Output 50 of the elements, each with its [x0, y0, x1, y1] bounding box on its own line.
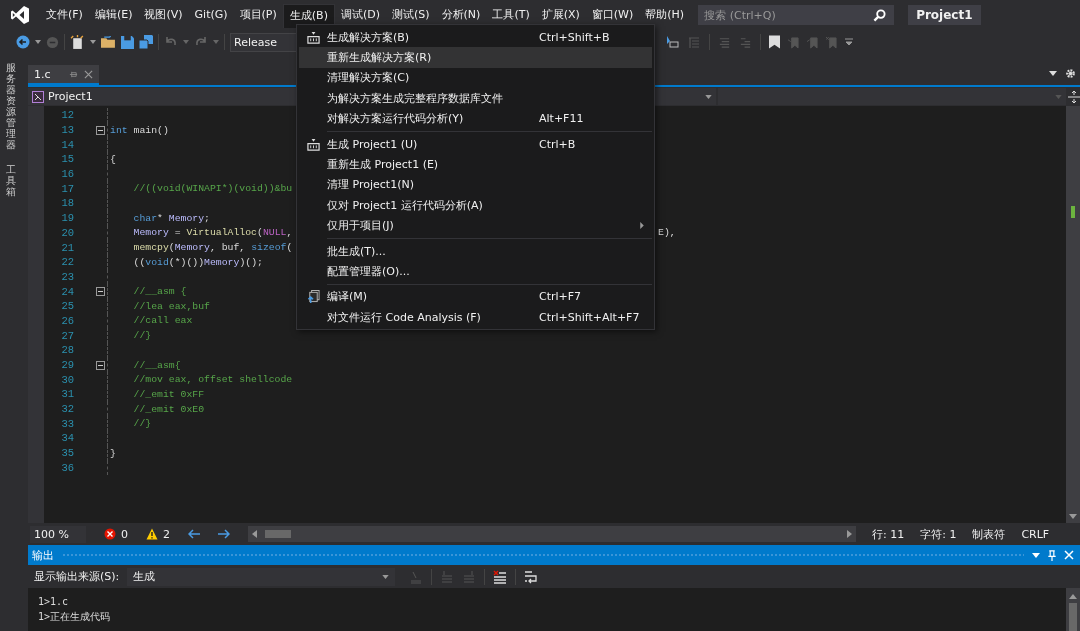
- source-label: 显示输出来源(S):: [34, 569, 120, 584]
- line-number: 20: [60, 226, 74, 239]
- line-number: 19: [60, 212, 74, 225]
- code-line: //}: [132, 330, 152, 342]
- code-line: //}: [132, 418, 152, 430]
- line-number: 25: [60, 300, 74, 313]
- line-number: 13: [60, 124, 74, 137]
- line-number: 12: [60, 109, 74, 122]
- line-number: 15: [60, 153, 74, 166]
- code-line: //call eax: [132, 315, 193, 327]
- line-number: 17: [60, 182, 74, 195]
- line-number: 21: [60, 241, 74, 254]
- solution-name: Project1: [908, 5, 981, 25]
- code-line: //mov eax, offset shellcode: [132, 374, 293, 386]
- code-line: {: [109, 153, 116, 165]
- output-line: 1>1.c: [38, 596, 70, 609]
- line-number: 18: [60, 197, 74, 210]
- panel-title: 输出: [32, 547, 54, 563]
- line-number: 30: [60, 373, 74, 386]
- code-line: }: [109, 447, 116, 459]
- line-number: 16: [60, 168, 74, 181]
- code-line: //__asm {: [132, 286, 187, 298]
- line-number: 24: [60, 285, 74, 298]
- line-number: 26: [60, 314, 74, 327]
- code-line: memcpy(Memory, buf, sizeof(: [132, 242, 293, 254]
- code-fragment: E),: [658, 227, 676, 239]
- column-indicator: 字符: 1: [920, 526, 957, 542]
- line-number: 28: [60, 344, 74, 357]
- line-number: 22: [60, 256, 74, 269]
- code-line: ((void(*)())Memory)();: [132, 256, 263, 268]
- line-number: 32: [60, 403, 74, 416]
- line-number: 33: [60, 417, 74, 430]
- line-number: 31: [60, 388, 74, 401]
- line-number: 35: [60, 447, 74, 460]
- code-line: //lea eax,buf: [132, 300, 210, 312]
- line-number: 27: [60, 329, 74, 342]
- code-line: //_emit 0xFF: [132, 388, 205, 400]
- code-line: char* Memory;: [132, 212, 210, 224]
- line-indicator: 行: 11: [872, 526, 905, 542]
- line-number: 36: [60, 461, 74, 474]
- output-line: 1>正在生成代码: [38, 610, 112, 624]
- code-line: //__asm{: [132, 359, 181, 371]
- code-line: //_emit 0xE0: [132, 403, 205, 415]
- code-line: int main(): [109, 124, 169, 136]
- line-number: 29: [60, 359, 74, 372]
- line-number: 34: [60, 432, 74, 445]
- code-line: Memory = VirtualAlloc(NULL,: [132, 227, 293, 239]
- line-number: 23: [60, 270, 74, 283]
- code-line: //((void(WINAPI*)(void))&bu: [132, 183, 293, 195]
- line-number: 14: [60, 138, 74, 151]
